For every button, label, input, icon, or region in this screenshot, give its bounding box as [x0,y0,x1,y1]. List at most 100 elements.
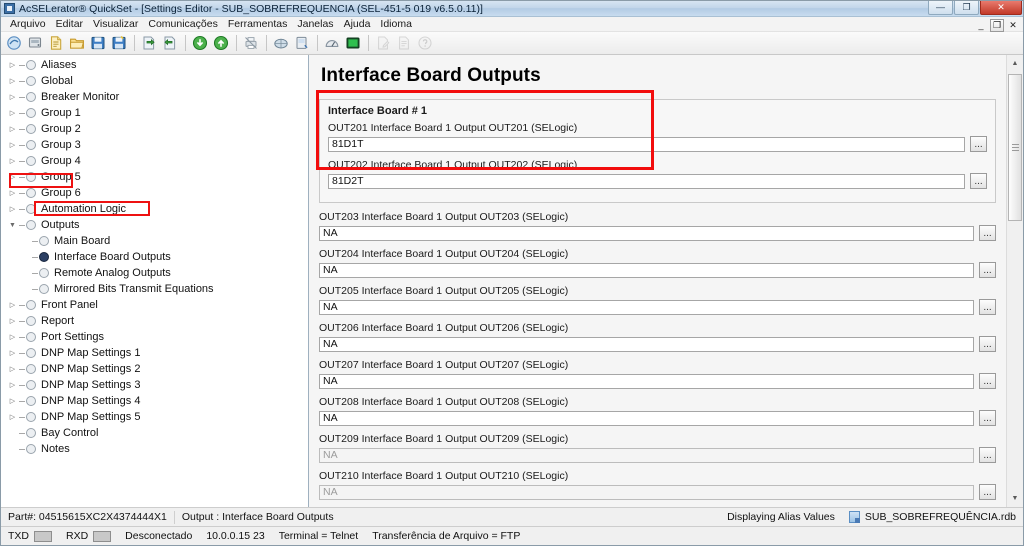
minimize-button[interactable]: — [928,1,953,15]
scroll-up-button[interactable]: ▲ [1007,55,1023,72]
chevron-right-icon[interactable]: ▷ [7,393,18,409]
read-settings-icon[interactable] [190,33,210,53]
input-out201[interactable] [328,136,965,152]
input-out204[interactable] [319,262,974,278]
chevron-right-icon[interactable]: ▷ [7,313,18,329]
tree-item-aliases[interactable]: ▷ Aliases [1,57,308,73]
tree-item-dnp-map-settings-1[interactable]: ▷ DNP Map Settings 1 [1,345,308,361]
new-settings-icon[interactable] [46,33,66,53]
mdi-close-button[interactable]: ✕ [1006,19,1020,32]
input-out208[interactable] [319,410,974,426]
import-icon[interactable] [139,33,159,53]
vertical-scrollbar[interactable]: ▲ ▼ [1006,55,1023,507]
tree-item-main-board[interactable]: Main Board [1,233,308,249]
tree-item-automation-logic[interactable]: ▷ Automation Logic [1,201,308,217]
menu-item-janelas[interactable]: Janelas [292,17,338,32]
open-folder-icon[interactable] [67,33,87,53]
chevron-right-icon[interactable]: ▷ [7,137,18,153]
chevron-right-icon[interactable]: ▷ [7,169,18,185]
menu-item-ajuda[interactable]: Ajuda [339,17,376,32]
menu-item-comunicacoes[interactable]: Comunicações [143,17,222,32]
tree-item-group-3[interactable]: ▷ Group 3 [1,137,308,153]
input-out206[interactable] [319,336,974,352]
chevron-right-icon[interactable]: ▷ [7,57,18,73]
input-out207[interactable] [319,373,974,389]
tree-item-mirrored-bits-transmit-equations[interactable]: Mirrored Bits Transmit Equations [1,281,308,297]
tree-item-outputs[interactable]: ▼ Outputs [1,217,308,233]
gauge-icon[interactable] [322,33,342,53]
menu-item-editar[interactable]: Editar [51,17,88,32]
scrollbar-thumb[interactable] [1008,74,1022,221]
browse-button-out206[interactable]: ... [979,336,996,352]
chevron-right-icon[interactable]: ▷ [7,201,18,217]
browse-button-out203[interactable]: ... [979,225,996,241]
input-out203[interactable] [319,225,974,241]
hmi-icon[interactable] [271,33,291,53]
tree-item-global[interactable]: ▷ Global [1,73,308,89]
meter-icon[interactable] [292,33,312,53]
tree-item-dnp-map-settings-2[interactable]: ▷ DNP Map Settings 2 [1,361,308,377]
terminal-icon[interactable] [343,33,363,53]
menu-item-visualizar[interactable]: Visualizar [88,17,143,32]
tree-item-interface-board-outputs[interactable]: Interface Board Outputs [1,249,308,265]
browse-button-out207[interactable]: ... [979,373,996,389]
export-icon[interactable] [160,33,180,53]
chevron-right-icon[interactable]: ▷ [7,297,18,313]
tree-item-group-1[interactable]: ▷ Group 1 [1,105,308,121]
menu-item-idioma[interactable]: Idioma [375,17,417,32]
browse-button-out210[interactable]: ... [979,484,996,500]
tree-item-group-2[interactable]: ▷ Group 2 [1,121,308,137]
tree-item-group-5[interactable]: ▷ Group 5 [1,169,308,185]
close-button[interactable]: ✕ [980,1,1022,15]
browse-button-out208[interactable]: ... [979,410,996,426]
tree-item-group-4[interactable]: ▷ Group 4 [1,153,308,169]
send-settings-icon[interactable] [211,33,231,53]
print-icon[interactable] [241,33,261,53]
browse-button-out202[interactable]: ... [970,173,987,189]
browse-button-out209[interactable]: ... [979,447,996,463]
mdi-minimize-button[interactable]: _ [974,19,988,32]
chevron-right-icon[interactable]: ▷ [7,73,18,89]
mdi-restore-button[interactable]: ❐ [990,19,1004,32]
chevron-right-icon[interactable]: ▷ [7,409,18,425]
tree-item-report[interactable]: ▷ Report [1,313,308,329]
field-row: ... [319,336,996,352]
settings-tree[interactable]: ▷ Aliases ▷ Global ▷ Breaker Monitor ▷ Group 1 ▷… [1,55,309,507]
tree-item-bay-control[interactable]: Bay Control [1,425,308,441]
save-as-icon[interactable] [109,33,129,53]
tree-item-port-settings[interactable]: ▷ Port Settings [1,329,308,345]
tree-item-group-6[interactable]: ▷ Group 6 [1,185,308,201]
browse-button-out205[interactable]: ... [979,299,996,315]
chevron-right-icon[interactable]: ▷ [7,185,18,201]
chevron-right-icon[interactable]: ▷ [7,105,18,121]
input-out202[interactable] [328,173,965,189]
tree-item-front-panel[interactable]: ▷ Front Panel [1,297,308,313]
open-device-icon[interactable] [25,33,45,53]
tree-item-notes[interactable]: Notes [1,441,308,457]
new-icon[interactable] [4,33,24,53]
tree-item-breaker-monitor[interactable]: ▷ Breaker Monitor [1,89,308,105]
save-icon[interactable] [88,33,108,53]
field-out208: OUT208 Interface Board 1 Output OUT208 (… [319,396,996,426]
chevron-right-icon[interactable]: ▷ [7,361,18,377]
input-out205[interactable] [319,299,974,315]
browse-button-out201[interactable]: ... [970,136,987,152]
menu-item-ferramentas[interactable]: Ferramentas [223,17,293,32]
chevron-right-icon[interactable]: ▷ [7,377,18,393]
chevron-down-icon[interactable]: ▼ [7,217,18,233]
field-row: ... [319,262,996,278]
tree-item-dnp-map-settings-4[interactable]: ▷ DNP Map Settings 4 [1,393,308,409]
menu-item-arquivo[interactable]: Arquivo [5,17,51,32]
chevron-right-icon[interactable]: ▷ [7,329,18,345]
chevron-right-icon[interactable]: ▷ [7,153,18,169]
scroll-down-button[interactable]: ▼ [1007,490,1023,507]
field-label-out202: OUT202 Interface Board 1 Output OUT202 (… [328,159,578,171]
tree-item-dnp-map-settings-5[interactable]: ▷ DNP Map Settings 5 [1,409,308,425]
chevron-right-icon[interactable]: ▷ [7,345,18,361]
tree-item-dnp-map-settings-3[interactable]: ▷ DNP Map Settings 3 [1,377,308,393]
tree-item-remote-analog-outputs[interactable]: Remote Analog Outputs [1,265,308,281]
maximize-button[interactable]: ❐ [954,1,979,15]
chevron-right-icon[interactable]: ▷ [7,89,18,105]
chevron-right-icon[interactable]: ▷ [7,121,18,137]
browse-button-out204[interactable]: ... [979,262,996,278]
